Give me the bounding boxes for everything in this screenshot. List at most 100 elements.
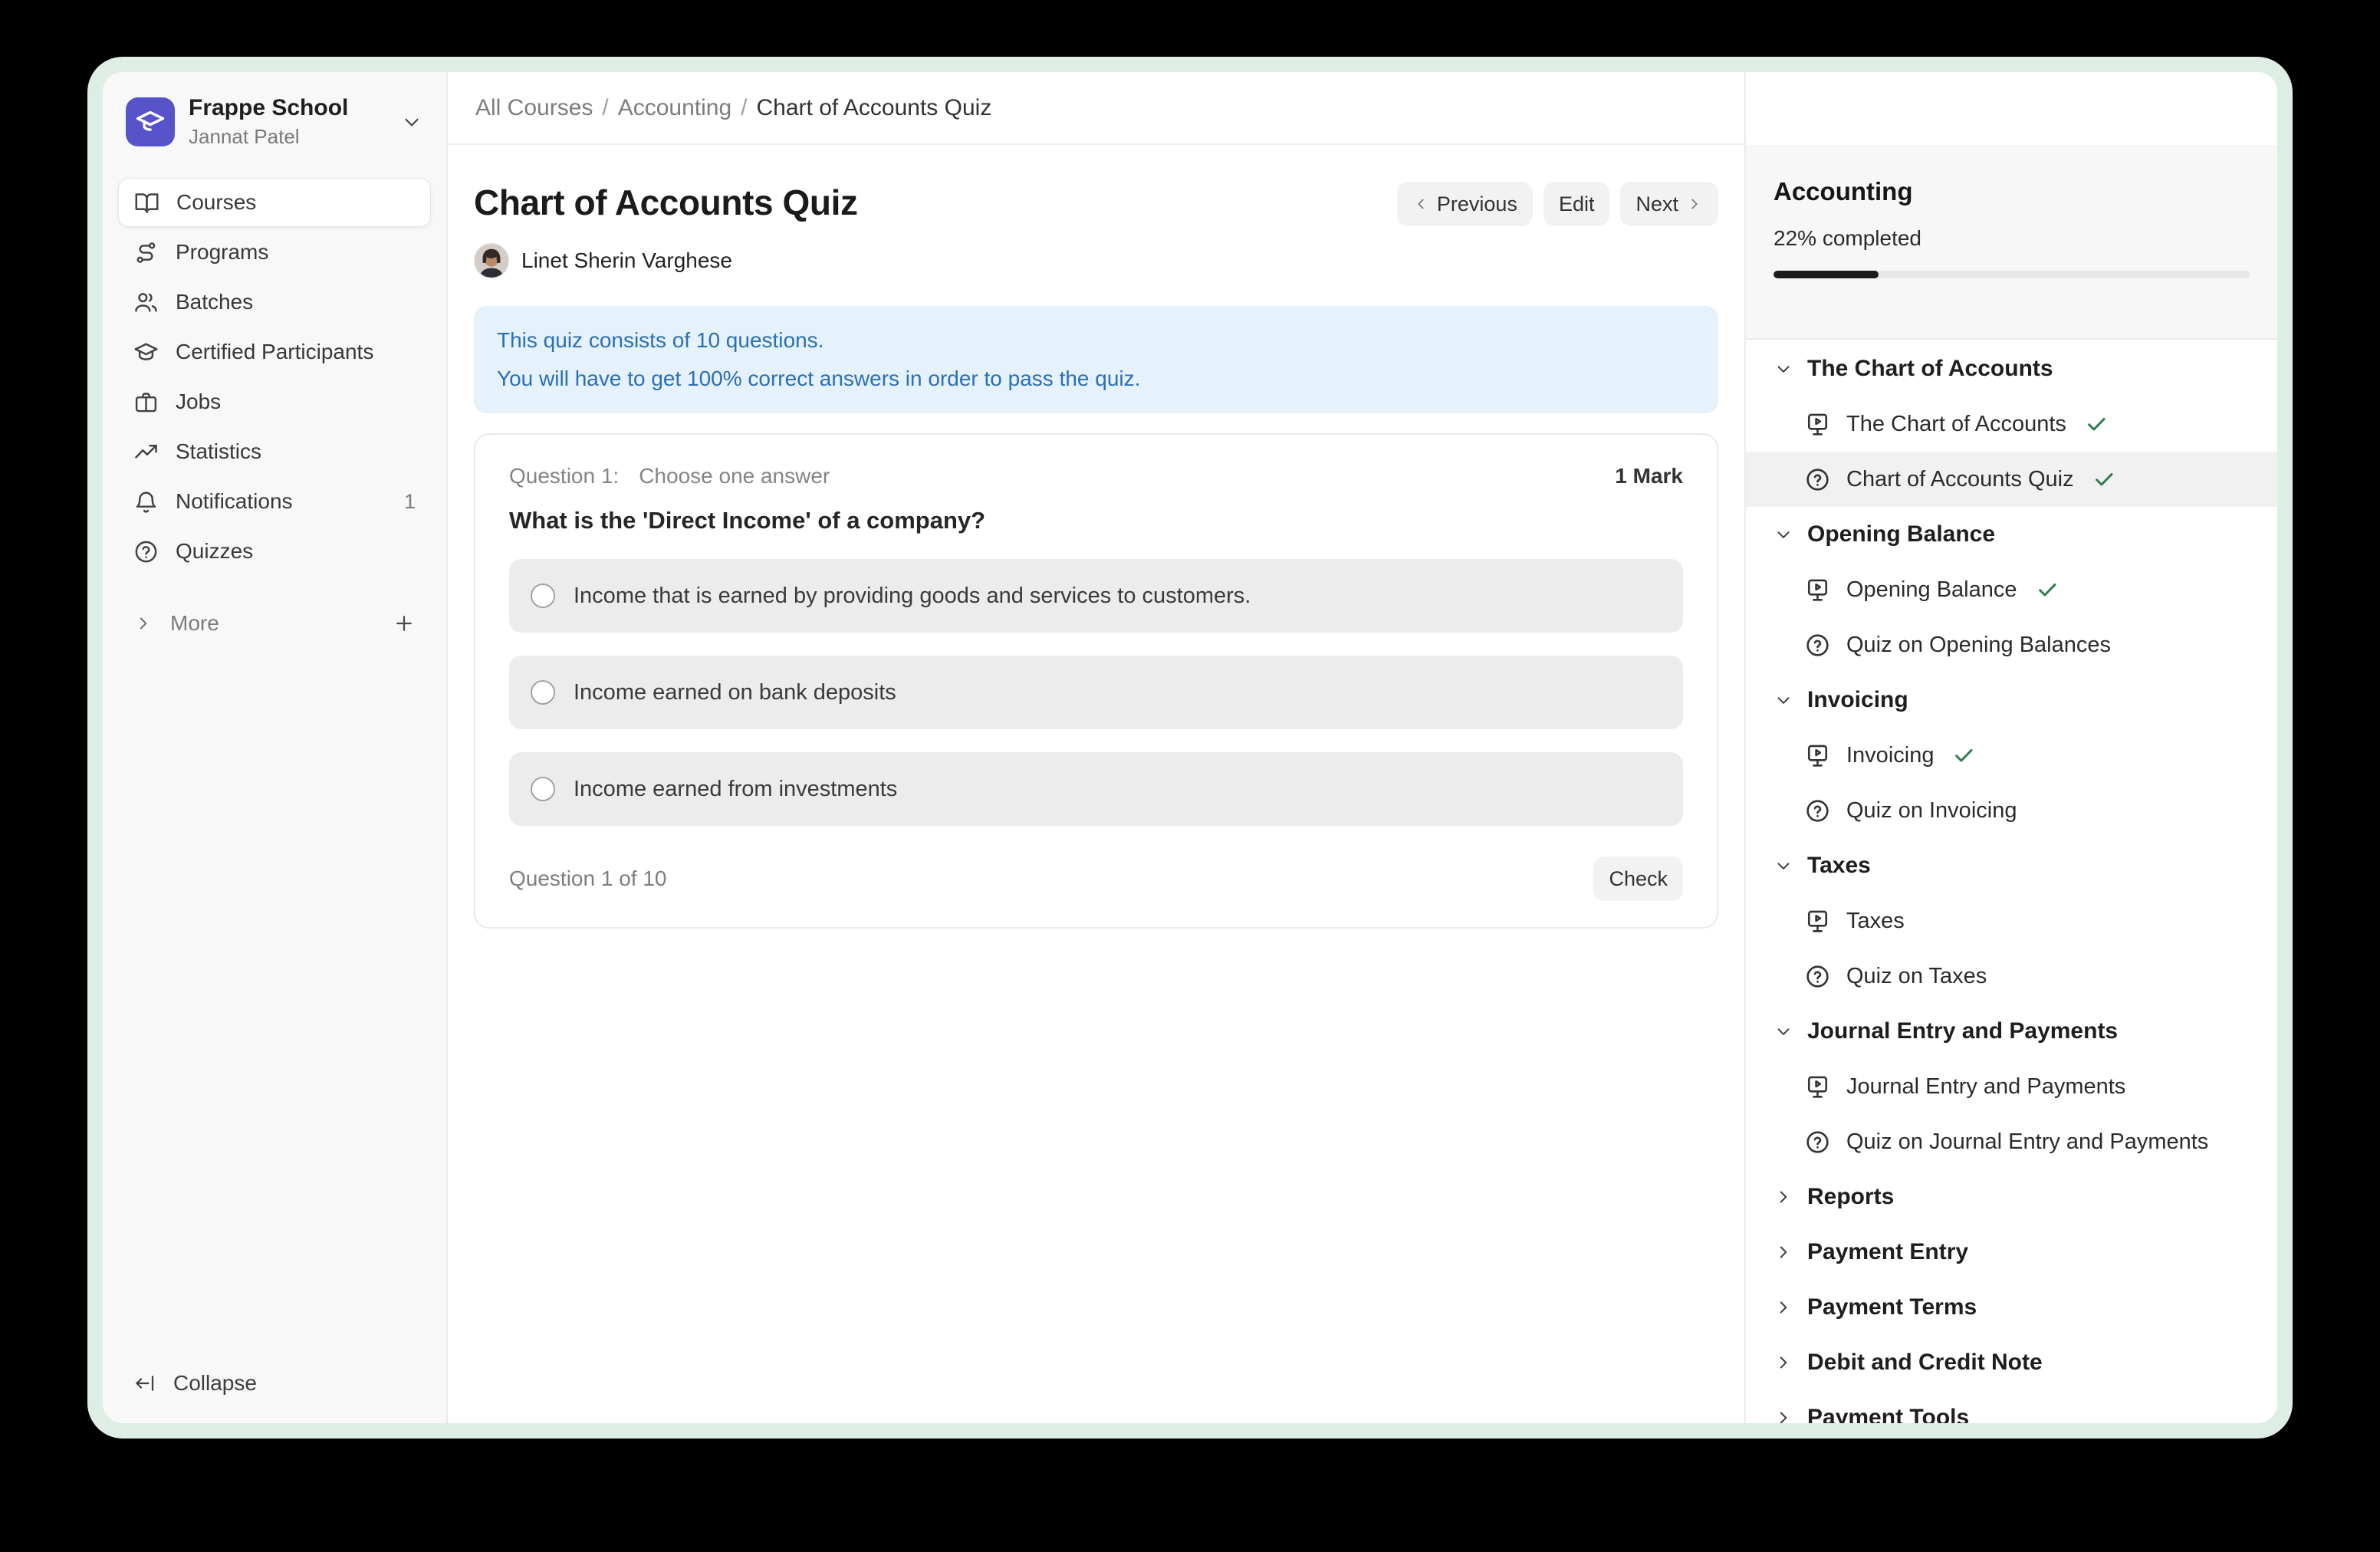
chevron-right-icon — [1773, 1187, 1793, 1207]
check-icon — [2092, 468, 2115, 491]
collapse-button[interactable]: Collapse — [118, 1365, 431, 1402]
previous-label: Previous — [1437, 192, 1517, 216]
outline-section-payment-tools[interactable]: Payment Tools — [1746, 1390, 2277, 1423]
check-icon — [2036, 578, 2059, 601]
edit-button[interactable]: Edit — [1543, 182, 1610, 226]
info-line: This quiz consists of 10 questions. — [497, 321, 1695, 360]
chevron-down-icon — [1773, 359, 1793, 379]
add-button[interactable] — [393, 612, 416, 635]
outline-section-taxes[interactable]: Taxes — [1746, 838, 2277, 893]
info-banner: This quiz consists of 10 questions. You … — [474, 306, 1718, 413]
edit-label: Edit — [1559, 192, 1595, 216]
page-title: Chart of Accounts Quiz — [474, 182, 858, 223]
brand-title: Frappe School — [189, 95, 348, 121]
outline-item-label: Quiz on Taxes — [1846, 964, 1987, 989]
outline-item-invoicing[interactable]: Invoicing — [1746, 728, 2277, 783]
main-column: All Courses / Accounting / Chart of Acco… — [448, 72, 1744, 1423]
breadcrumb-accounting[interactable]: Accounting — [618, 95, 731, 121]
lesson-video-icon — [1804, 1074, 1831, 1100]
answer-option[interactable]: Income earned on bank deposits — [509, 656, 1683, 729]
outline-item-quiz-on-invoicing[interactable]: Quiz on Invoicing — [1746, 783, 2277, 838]
outline-item-quiz-on-journal-entry-and-payments[interactable]: Quiz on Journal Entry and Payments — [1746, 1114, 2277, 1169]
option-label: Income earned on bank deposits — [574, 680, 896, 705]
next-button[interactable]: Next — [1620, 182, 1718, 226]
outline-section-reports[interactable]: Reports — [1746, 1169, 2277, 1225]
outline-section-label: Opening Balance — [1807, 521, 1995, 547]
answer-option[interactable]: Income earned from investments — [509, 752, 1683, 826]
course-title: Accounting — [1773, 177, 2250, 206]
outline-item-quiz-on-opening-balances[interactable]: Quiz on Opening Balances — [1746, 617, 2277, 672]
outline-section-label: Journal Entry and Payments — [1807, 1018, 2118, 1044]
sidebar-item-statistics[interactable]: Statistics — [118, 427, 431, 476]
chevron-right-icon — [1773, 1297, 1793, 1317]
radio-button[interactable] — [531, 680, 555, 705]
question-instruction: Choose one answer — [639, 464, 830, 488]
outline-item-label: Taxes — [1846, 909, 1905, 934]
sidebar-item-more[interactable]: More — [118, 599, 431, 648]
graduation-cap-logo-icon — [134, 106, 166, 138]
question-number: Question 1: — [509, 464, 619, 488]
outline-section-label: Payment Tools — [1807, 1405, 1969, 1423]
answer-option[interactable]: Income that is earned by providing goods… — [509, 559, 1683, 633]
sidebar-item-label: Certified Participants — [176, 340, 373, 364]
outline-item-opening-balance[interactable]: Opening Balance — [1746, 562, 2277, 617]
book-open-icon — [134, 190, 159, 215]
check-button[interactable]: Check — [1593, 857, 1683, 901]
outline-item-the-chart-of-accounts[interactable]: The Chart of Accounts — [1746, 396, 2277, 452]
radio-button[interactable] — [531, 584, 555, 608]
sidebar-item-certified-participants[interactable]: Certified Participants — [118, 327, 431, 376]
course-progress-text: 22% completed — [1773, 226, 2250, 251]
sidebar-item-programs[interactable]: Programs — [118, 228, 431, 277]
sidebar-item-jobs[interactable]: Jobs — [118, 377, 431, 426]
workspace-switcher[interactable]: Frappe School Jannat Patel — [118, 90, 431, 156]
quiz-page: Chart of Accounts Quiz — [448, 145, 1744, 1423]
lesson-video-icon — [1804, 742, 1831, 769]
outline-section-payment-terms[interactable]: Payment Terms — [1746, 1280, 2277, 1335]
author: Linet Sherin Varghese — [474, 243, 858, 278]
previous-button[interactable]: Previous — [1397, 182, 1533, 226]
app-window: Frappe School Jannat Patel Courses Progra… — [103, 72, 2277, 1423]
outline-section-debit-and-credit-note[interactable]: Debit and Credit Note — [1746, 1335, 2277, 1390]
check-icon — [1952, 744, 1975, 767]
sidebar-item-label: Programs — [176, 240, 268, 265]
outline-item-journal-entry-and-payments[interactable]: Journal Entry and Payments — [1746, 1059, 2277, 1114]
bell-icon — [133, 489, 159, 515]
outline-section-opening-balance[interactable]: Opening Balance — [1746, 507, 2277, 562]
outline-section-payment-entry[interactable]: Payment Entry — [1746, 1225, 2277, 1280]
quiz-footer: Question 1 of 10 Check — [509, 857, 1683, 901]
quiz-question-icon — [1804, 797, 1831, 824]
sidebar-item-courses[interactable]: Courses — [118, 178, 431, 227]
sidebar-item-notifications[interactable]: Notifications1 — [118, 477, 431, 526]
brand-text: Frappe School Jannat Patel — [189, 95, 348, 149]
sidebar-item-label: Batches — [176, 290, 253, 314]
outline-item-label: The Chart of Accounts — [1846, 412, 2066, 437]
collapse-label: Collapse — [173, 1371, 257, 1396]
outline-item-quiz-on-taxes[interactable]: Quiz on Taxes — [1746, 949, 2277, 1004]
check-icon — [2085, 413, 2108, 436]
outline-section-label: Invoicing — [1807, 687, 1908, 713]
chevron-right-icon — [1773, 1353, 1793, 1373]
graduation-cap-icon — [133, 340, 159, 365]
breadcrumb-all-courses[interactable]: All Courses — [475, 95, 593, 121]
radio-button[interactable] — [531, 777, 555, 801]
info-line: You will have to get 100% correct answer… — [497, 360, 1695, 398]
avatar — [474, 243, 509, 278]
chevron-right-icon — [133, 613, 153, 633]
outline-section-journal-entry-and-payments[interactable]: Journal Entry and Payments — [1746, 1004, 2277, 1059]
outline-item-chart-of-accounts-quiz[interactable]: Chart of Accounts Quiz — [1746, 452, 2277, 507]
briefcase-icon — [133, 390, 159, 415]
outline-item-taxes[interactable]: Taxes — [1746, 893, 2277, 949]
chevron-right-icon — [1686, 196, 1703, 212]
help-circle-icon — [133, 539, 159, 564]
screenshot-frame: Frappe School Jannat Patel Courses Progra… — [87, 57, 2293, 1439]
sidebar-item-quizzes[interactable]: Quizzes — [118, 527, 431, 576]
users-icon — [133, 290, 159, 315]
breadcrumb-separator: / — [741, 95, 747, 121]
outline-section-label: Reports — [1807, 1184, 1894, 1210]
sidebar-item-batches[interactable]: Batches — [118, 278, 431, 327]
outline-section-the-chart-of-accounts[interactable]: The Chart of Accounts — [1746, 341, 2277, 396]
breadcrumb-separator: / — [602, 95, 608, 121]
lesson-video-icon — [1804, 411, 1831, 438]
outline-item-label: Chart of Accounts Quiz — [1846, 467, 2074, 492]
outline-section-invoicing[interactable]: Invoicing — [1746, 672, 2277, 728]
